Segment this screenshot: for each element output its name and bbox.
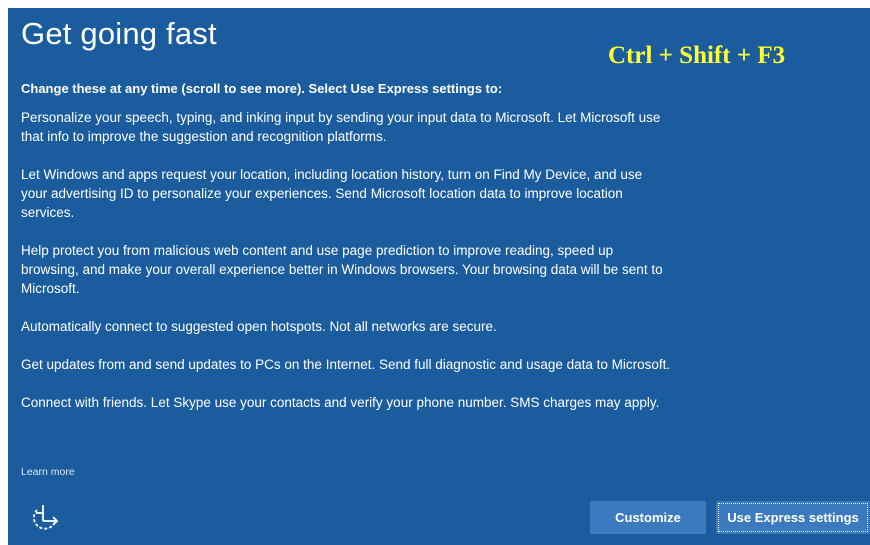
setting-paragraph-hotspots: Automatically connect to suggested open …: [21, 319, 497, 334]
setting-paragraph-skype: Connect with friends. Let Skype use your…: [21, 395, 660, 410]
setting-paragraph-updates: Get updates from and send updates to PCs…: [21, 357, 671, 372]
setting-paragraph-speech: Personalize your speech, typing, and ink…: [21, 110, 661, 144]
subheading: Change these at any time (scroll to see …: [21, 81, 503, 96]
setting-paragraph-browser: Help protect you from malicious web cont…: [21, 243, 663, 296]
setting-paragraph-location: Let Windows and apps request your locati…: [21, 167, 643, 220]
customize-button[interactable]: Customize: [590, 501, 706, 534]
learn-more-link[interactable]: Learn more: [21, 466, 75, 478]
use-express-settings-button[interactable]: Use Express settings: [716, 501, 870, 534]
settings-scroll-area[interactable]: Personalize your speech, typing, and ink…: [21, 108, 671, 444]
oobe-screen: Get going fast Ctrl + Shift + F3 Change …: [8, 8, 870, 545]
shortcut-overlay-text: Ctrl + Shift + F3: [608, 42, 786, 69]
page-title: Get going fast: [21, 16, 217, 51]
ease-of-access-icon[interactable]: [28, 500, 62, 534]
